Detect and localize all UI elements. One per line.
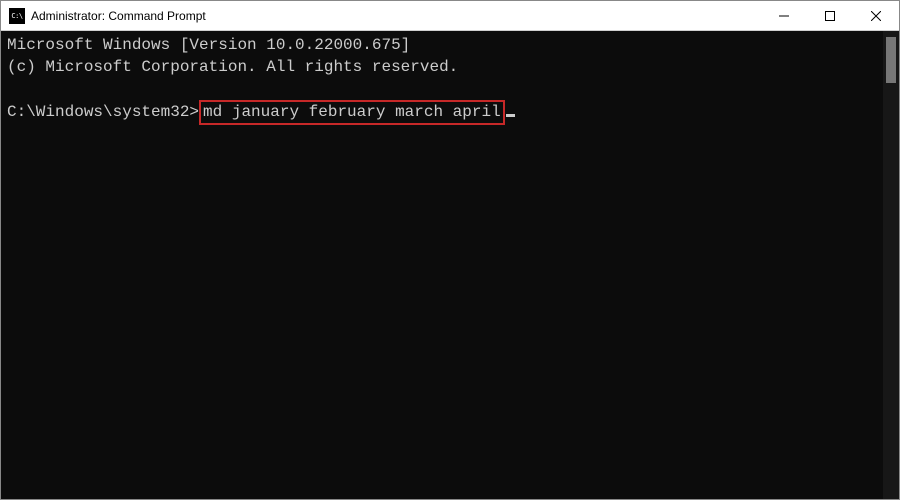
blank-line xyxy=(7,78,877,100)
prompt-path: C:\Windows\system32> xyxy=(7,103,199,121)
close-icon xyxy=(871,11,881,21)
text-cursor xyxy=(506,114,515,117)
minimize-icon xyxy=(779,11,789,21)
command-prompt-window: C:\ Administrator: Command Prompt Micros… xyxy=(0,0,900,500)
command-highlight: md january february march april xyxy=(199,100,505,126)
window-controls xyxy=(761,1,899,30)
scroll-thumb[interactable] xyxy=(886,37,896,83)
minimize-button[interactable] xyxy=(761,1,807,30)
prompt-line: C:\Windows\system32>md january february … xyxy=(7,100,877,126)
titlebar[interactable]: C:\ Administrator: Command Prompt xyxy=(1,1,899,31)
window-title: Administrator: Command Prompt xyxy=(31,9,761,23)
close-button[interactable] xyxy=(853,1,899,30)
copyright-line: (c) Microsoft Corporation. All rights re… xyxy=(7,57,877,79)
terminal-area: Microsoft Windows [Version 10.0.22000.67… xyxy=(1,31,899,499)
maximize-button[interactable] xyxy=(807,1,853,30)
terminal[interactable]: Microsoft Windows [Version 10.0.22000.67… xyxy=(1,31,883,499)
version-line: Microsoft Windows [Version 10.0.22000.67… xyxy=(7,35,877,57)
maximize-icon xyxy=(825,11,835,21)
cmd-icon: C:\ xyxy=(9,8,25,24)
typed-command: md january february march april xyxy=(203,103,501,121)
vertical-scrollbar[interactable] xyxy=(883,31,899,499)
